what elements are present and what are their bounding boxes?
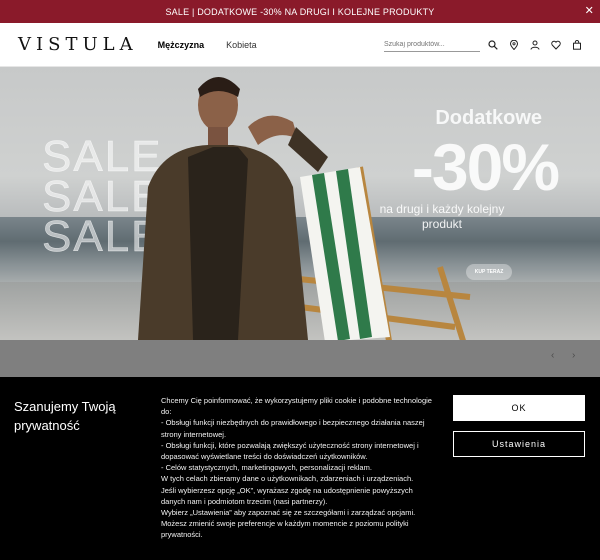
hero-title: Dodatkowe (435, 107, 542, 129)
cookie-line: - Obsługi funkcji, które pozwalają zwięk… (161, 440, 419, 462)
hero-discount: -30% (411, 130, 560, 204)
hero-subtitle: na drugi i każdy kolejny produkt (379, 202, 505, 231)
bag-icon[interactable] (572, 39, 582, 50)
search-input[interactable] (384, 40, 468, 48)
site-header: VISTULA Mężczyzna Kobieta (0, 23, 600, 67)
cookie-line: Chcemy Cię poinformować, że wykorzystuje… (161, 396, 432, 417)
close-icon[interactable]: ✕ (585, 4, 594, 17)
promo-bar: SALE | DODATKOWE -30% NA DRUGI I KOLEJNE… (0, 0, 600, 23)
location-pin-icon[interactable] (509, 39, 519, 50)
main-nav: Mężczyzna Kobieta (158, 40, 257, 50)
page: SALE | DODATKOWE -30% NA DRUGI I KOLEJNE… (0, 0, 600, 560)
promo-bar-text[interactable]: SALE | DODATKOWE -30% NA DRUGI I KOLEJNE… (165, 7, 434, 17)
heart-icon[interactable] (551, 40, 561, 50)
cookie-title: Szanujemy Twoją prywatność (14, 399, 116, 433)
cookie-text: Chcemy Cię poinformować, że wykorzystuje… (161, 395, 439, 541)
cookie-banner: Szanujemy Twoją prywatność Chcemy Cię po… (0, 377, 600, 560)
search-box (384, 38, 480, 52)
cookie-line: - Celów statystycznych, marketingowych, … (161, 463, 372, 473)
hero-banner[interactable]: SALE SALE SALE Dodatkowe -30% na drugi i… (0, 67, 600, 340)
cookie-line: Jeśli wybierzesz opcję „OK”, wyrażasz zg… (161, 485, 413, 506)
nav-item-women[interactable]: Kobieta (226, 40, 257, 50)
cookie-settings-button[interactable]: Ustawienia (453, 431, 585, 457)
cookie-line: Wybierz „Ustawienia” aby zapoznać się ze… (161, 508, 416, 540)
model-illustration (138, 77, 328, 340)
accept-cookies-button[interactable]: OK (453, 395, 585, 421)
header-icons (488, 39, 582, 50)
cookie-line: - Obsługi funkcji niezbędnych do prawidł… (161, 418, 425, 439)
account-icon[interactable] (530, 40, 540, 50)
search-icon[interactable] (488, 39, 498, 50)
logo[interactable]: VISTULA (18, 34, 138, 55)
page-overlay (0, 340, 600, 377)
shop-now-button[interactable]: KUP TERAZ (466, 264, 512, 280)
nav-item-men[interactable]: Mężczyzna (158, 40, 205, 50)
cookie-line: W tych celach zbieramy dane o użytkownik… (161, 474, 414, 484)
